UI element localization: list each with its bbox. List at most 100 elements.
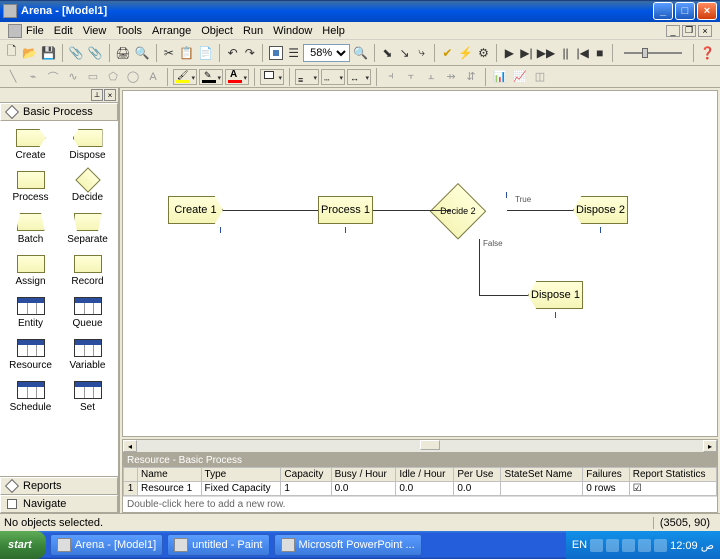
doc-close-button[interactable]: × <box>698 25 712 37</box>
module-batch[interactable]: Batch <box>4 213 57 245</box>
col-peruse[interactable]: Per Use <box>454 468 501 482</box>
flip-v-icon[interactable]: ⇵ <box>462 69 480 85</box>
task-powerpoint[interactable]: Microsoft PowerPoint ... <box>274 534 422 556</box>
table-row[interactable]: 1 Resource 1 Fixed Capacity 1 0.0 0.0 0.… <box>124 482 717 496</box>
panel-navigate[interactable]: Navigate <box>0 495 118 513</box>
scroll-left-button[interactable]: ◂ <box>123 440 137 452</box>
print-button[interactable]: 🖨 <box>114 43 131 63</box>
module-queue[interactable]: Queue <box>61 297 114 329</box>
doc-minimize-button[interactable]: _ <box>666 25 680 37</box>
tray-icon[interactable] <box>606 539 619 552</box>
polygon-icon[interactable]: ⬠ <box>104 69 122 85</box>
text-color-button[interactable]: A▾ <box>225 69 249 85</box>
node-decide2[interactable]: Decide 2 <box>430 183 487 240</box>
go-button[interactable]: ⚡ <box>457 43 474 63</box>
check-button[interactable]: ✔ <box>440 43 455 63</box>
node-dispose2[interactable]: Dispose 2 <box>573 196 628 224</box>
module-set[interactable]: Set <box>61 381 114 413</box>
layers-button[interactable]: ☰ <box>286 43 301 63</box>
flowchart-canvas[interactable]: Create 1 Process 1 Decide 2 Dispose 2 Di… <box>122 90 718 437</box>
preview-button[interactable]: 🔍 <box>134 43 151 63</box>
menu-run[interactable]: Run <box>243 25 263 37</box>
col-type[interactable]: Type <box>201 468 281 482</box>
menu-help[interactable]: Help <box>322 25 345 37</box>
module-create[interactable]: Create <box>4 129 57 161</box>
sidebar-pin-button[interactable]: ⟂ <box>91 89 103 101</box>
module-separate[interactable]: Separate <box>61 213 114 245</box>
module-record[interactable]: Record <box>61 255 114 287</box>
sidebar-close-button[interactable]: × <box>104 89 116 101</box>
connect-button[interactable]: ⬊ <box>380 43 395 63</box>
horizontal-scrollbar[interactable]: ◂ ▸ <box>122 439 718 453</box>
lang-indicator[interactable]: EN <box>572 539 587 551</box>
redo-button[interactable]: ↷ <box>242 43 257 63</box>
node-dispose1[interactable]: Dispose 1 <box>528 281 583 309</box>
snap-button[interactable] <box>268 43 284 63</box>
new-button[interactable]: 🗋 <box>4 43 19 63</box>
module-dispose[interactable]: Dispose <box>61 129 114 161</box>
cut-button[interactable]: ✂ <box>161 43 176 63</box>
col-busy[interactable]: Busy / Hour <box>331 468 396 482</box>
chart-icon[interactable]: 📊 <box>491 69 509 85</box>
scroll-right-button[interactable]: ▸ <box>703 440 717 452</box>
connect2-button[interactable]: ↘ <box>397 43 412 63</box>
clock[interactable]: 12:09 ص <box>670 539 714 552</box>
menu-view[interactable]: View <box>83 25 107 37</box>
task-arena[interactable]: Arena - [Model1] <box>50 534 163 556</box>
align-left-icon[interactable]: ⫞ <box>382 69 400 85</box>
tray-icon[interactable] <box>590 539 603 552</box>
fill-color-button[interactable]: 🖌▾ <box>173 69 197 85</box>
spreadsheet-table[interactable]: Name Type Capacity Busy / Hour Idle / Ho… <box>123 467 717 512</box>
undo-button[interactable]: ↶ <box>225 43 240 63</box>
scroll-thumb[interactable] <box>420 440 440 450</box>
help-button[interactable]: ❓ <box>699 43 716 63</box>
open-button[interactable]: 📂 <box>21 43 38 63</box>
rect-icon[interactable]: ▭ <box>84 69 102 85</box>
zoom-select[interactable]: 58% <box>303 44 350 62</box>
fastfwd-button[interactable]: ▶▶ <box>536 43 556 63</box>
minimize-button[interactable]: _ <box>653 2 673 20</box>
report-checkbox[interactable]: ☑ <box>629 482 716 496</box>
stop-button[interactable]: ■ <box>592 43 607 63</box>
arc-icon[interactable]: ⌒ <box>44 69 62 85</box>
maximize-button[interactable]: □ <box>675 2 695 20</box>
chart3-icon[interactable]: ◫ <box>531 69 549 85</box>
setup-button[interactable]: ⚙ <box>476 43 491 63</box>
col-name[interactable]: Name <box>138 468 202 482</box>
doc-icon[interactable] <box>8 24 22 38</box>
menu-edit[interactable]: Edit <box>54 25 73 37</box>
add-row-hint[interactable]: Double-click here to add a new row. <box>123 496 717 512</box>
module-resource[interactable]: Resource <box>4 339 57 371</box>
node-process1[interactable]: Process 1 <box>318 196 373 224</box>
detach-button[interactable]: 📎 <box>87 43 104 63</box>
copy-button[interactable]: 📋 <box>178 43 195 63</box>
task-paint[interactable]: untitled - Paint <box>167 534 269 556</box>
tray-icon[interactable] <box>622 539 635 552</box>
line-color-button[interactable]: ✎▾ <box>199 69 223 85</box>
col-idle[interactable]: Idle / Hour <box>396 468 454 482</box>
menu-arrange[interactable]: Arrange <box>152 25 191 37</box>
module-decide[interactable]: Decide <box>61 171 114 203</box>
system-tray[interactable]: EN 12:09 ص <box>566 531 720 559</box>
col-capacity[interactable]: Capacity <box>281 468 331 482</box>
curve-icon[interactable]: ∿ <box>64 69 82 85</box>
module-entity[interactable]: Entity <box>4 297 57 329</box>
bg-color-button[interactable]: ▾ <box>260 69 284 85</box>
module-process[interactable]: Process <box>4 171 57 203</box>
line-style-button[interactable]: ≡▾ <box>295 69 319 85</box>
arrow-style-button[interactable]: ↔▾ <box>347 69 371 85</box>
ellipse-icon[interactable]: ◯ <box>124 69 142 85</box>
tray-icon[interactable] <box>654 539 667 552</box>
align-center-icon[interactable]: ⫟ <box>402 69 420 85</box>
node-create1[interactable]: Create 1 <box>168 196 223 224</box>
close-button[interactable]: × <box>697 2 717 20</box>
align-right-icon[interactable]: ⫠ <box>422 69 440 85</box>
module-schedule[interactable]: Schedule <box>4 381 57 413</box>
col-stateset[interactable]: StateSet Name <box>501 468 583 482</box>
panel-reports[interactable]: Reports <box>0 477 118 495</box>
menu-tools[interactable]: Tools <box>116 25 142 37</box>
zoomfit-button[interactable]: 🔍 <box>352 43 369 63</box>
panel-basic-process[interactable]: Basic Process <box>0 103 118 121</box>
save-button[interactable]: 💾 <box>40 43 57 63</box>
step-button[interactable]: ▶| <box>519 43 534 63</box>
